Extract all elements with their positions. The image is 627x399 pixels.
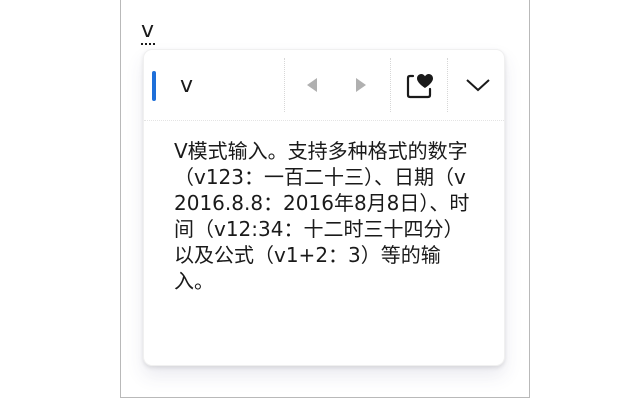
toolbar-divider [390, 58, 391, 112]
ime-toolbar: v [144, 50, 506, 120]
previous-page-button[interactable] [297, 70, 327, 100]
favorites-button[interactable] [400, 66, 440, 104]
toolbar-divider [284, 58, 285, 112]
ime-input-text: v [180, 73, 194, 98]
composition-text: v [141, 18, 155, 43]
triangle-left-icon [307, 78, 317, 92]
toolbar-separator [144, 120, 504, 121]
composition-underline [141, 43, 155, 45]
ime-candidate-panel: v V模式输入。支持多种格式的数字（v123：一百二十三）、日期（v2016.8… [143, 49, 505, 366]
triangle-right-icon [356, 78, 366, 92]
next-page-button[interactable] [346, 70, 376, 100]
input-caret-indicator [152, 71, 156, 101]
heart-box-icon [406, 74, 433, 99]
chevron-down-icon [466, 79, 490, 92]
expand-candidates-button[interactable] [458, 66, 498, 104]
mode-description-text: V模式输入。支持多种格式的数字（v123：一百二十三）、日期（v2016.8.8… [174, 139, 470, 293]
toolbar-divider [447, 58, 448, 112]
